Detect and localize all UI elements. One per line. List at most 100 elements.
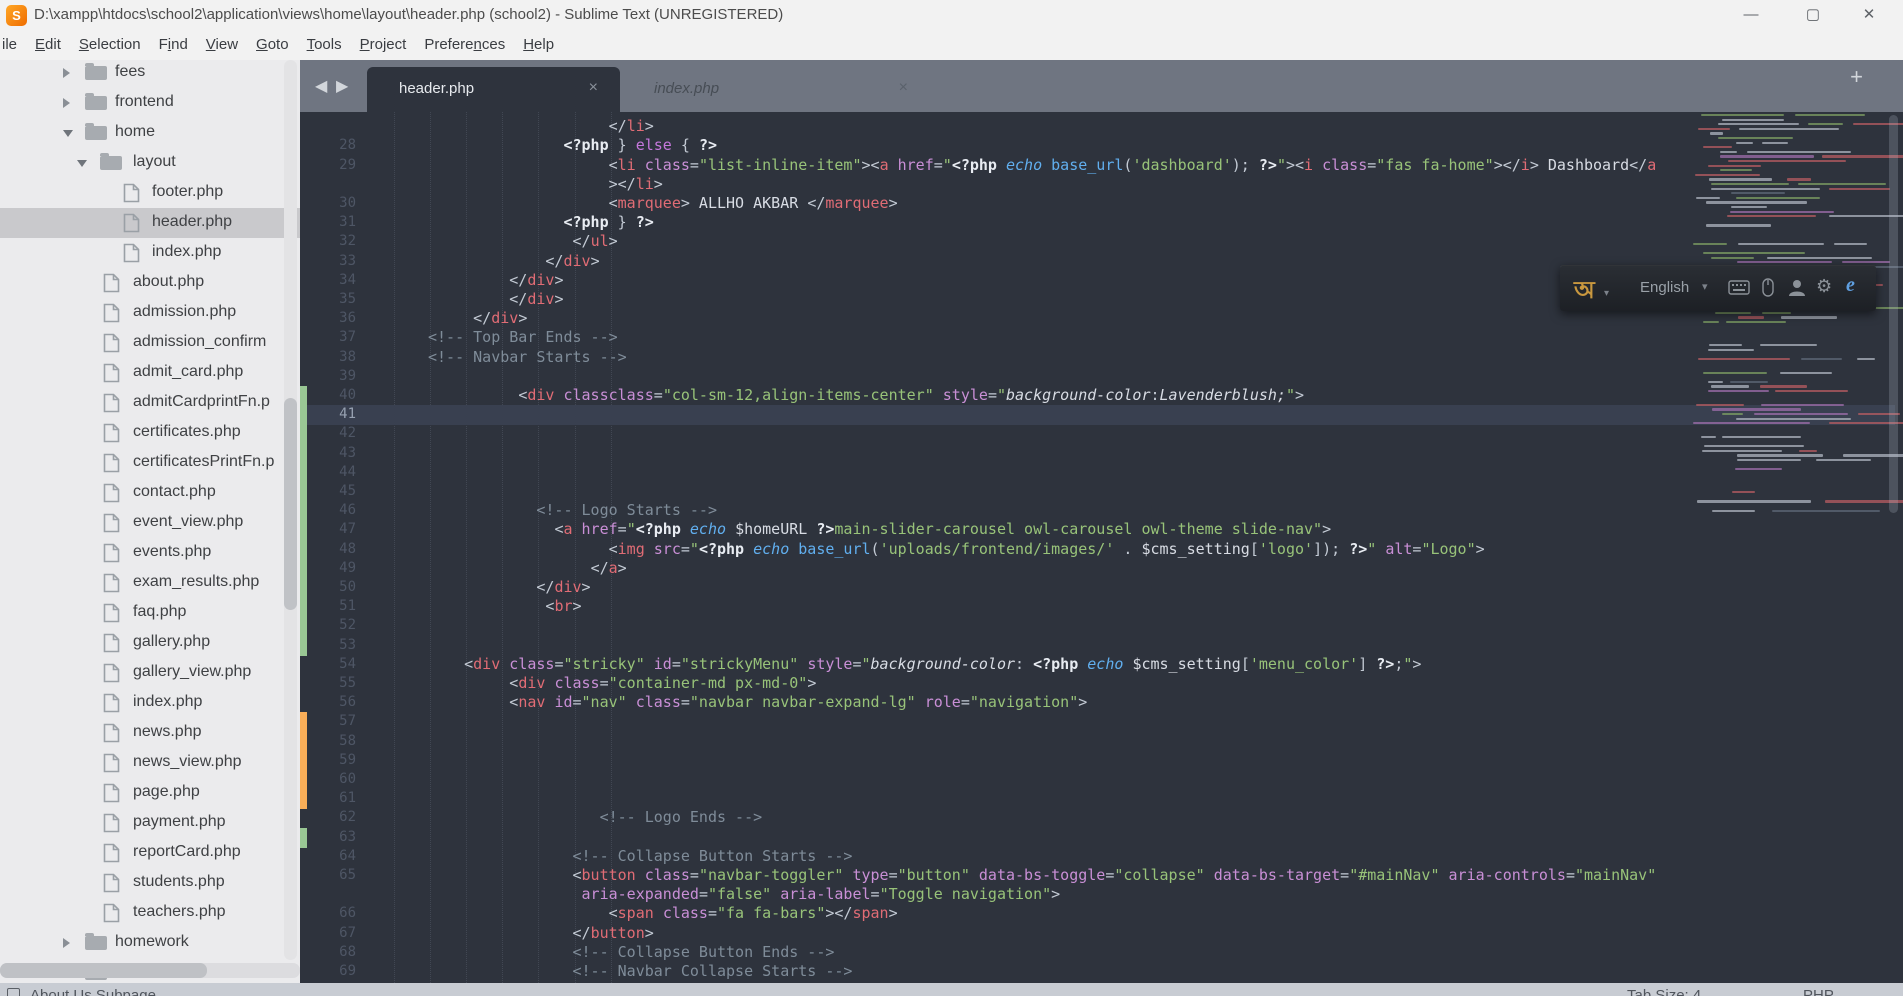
tab-close-icon[interactable]: × xyxy=(899,79,908,97)
keyboard-icon[interactable] xyxy=(1728,280,1750,301)
menu-item-goto[interactable]: Goto xyxy=(247,32,298,53)
avro-e-icon[interactable]: e xyxy=(1846,274,1855,297)
sidebar-item-event_view-php[interactable]: event_view.php xyxy=(0,508,300,538)
menu-item-edit[interactable]: Edit xyxy=(26,32,70,53)
code-line-text: </div> xyxy=(509,290,564,308)
sidebar-item-header-php[interactable]: header.php xyxy=(0,208,300,238)
minimap-line xyxy=(1707,164,1762,167)
sidebar-vscroll-thumb[interactable] xyxy=(284,398,297,610)
sidebar-item-about-php[interactable]: about.php xyxy=(0,268,300,298)
minimap-line xyxy=(1787,178,1812,181)
code-line-text: <a href="<?php echo $homeURL ?>main-slid… xyxy=(554,520,1332,539)
gear-icon[interactable]: ⚙ xyxy=(1816,276,1832,297)
sidebar-item-index-php[interactable]: index.php xyxy=(0,688,300,718)
file-icon xyxy=(103,903,120,928)
sidebar-hscroll-thumb[interactable] xyxy=(0,963,207,978)
menu-item-tools[interactable]: Tools xyxy=(298,32,351,53)
minimap-line xyxy=(1720,169,1753,172)
sidebar-item-index-php[interactable]: index.php xyxy=(0,238,300,268)
minimap-line xyxy=(1702,252,1806,255)
chevron-right-icon[interactable] xyxy=(63,938,70,948)
sidebar-item-teachers-php[interactable]: teachers.php xyxy=(0,898,300,928)
sidebar-item-news_view-php[interactable]: news_view.php xyxy=(0,748,300,778)
sidebar-item-label: fees xyxy=(115,63,146,80)
code-line: 42 xyxy=(300,424,1903,445)
sidebar-item-news-php[interactable]: news.php xyxy=(0,718,300,748)
mouse-icon[interactable] xyxy=(1762,278,1774,302)
sidebar-item-contact-php[interactable]: contact.php xyxy=(0,478,300,508)
language-dropdown-icon[interactable]: ▾ xyxy=(1702,280,1708,293)
sidebar-item-gallery_view-php[interactable]: gallery_view.php xyxy=(0,658,300,688)
sidebar-folder-home[interactable]: home xyxy=(0,118,300,148)
new-tab-button[interactable]: + xyxy=(1850,64,1863,90)
close-button[interactable]: ✕ xyxy=(1841,0,1897,32)
sidebar-folder-fees[interactable]: fees xyxy=(0,60,300,88)
minimize-button[interactable]: — xyxy=(1723,0,1779,32)
sidebar-folder-layout[interactable]: layout xyxy=(0,148,300,178)
menu-item-preferences[interactable]: Preferences xyxy=(415,32,514,53)
sidebar-item-reportCard-php[interactable]: reportCard.php xyxy=(0,838,300,868)
sidebar-item-events-php[interactable]: events.php xyxy=(0,538,300,568)
status-tab-size[interactable]: Tab Size: 4 xyxy=(1627,987,1701,996)
menu-item-selection[interactable]: Selection xyxy=(70,32,150,53)
tab-index-php[interactable]: index.php × xyxy=(622,67,930,112)
menu-item-find[interactable]: Find xyxy=(150,32,197,53)
sidebar-item-admitCardprintFn-p[interactable]: admitCardprintFn.p xyxy=(0,388,300,418)
menu-item-project[interactable]: Project xyxy=(351,32,416,53)
minimap-line xyxy=(1696,403,1744,406)
line-number: 67 xyxy=(339,924,356,941)
nav-forward-icon[interactable]: ▶ xyxy=(336,76,348,96)
minimap-line xyxy=(1702,371,1768,374)
sidebar-item-gallery-php[interactable]: gallery.php xyxy=(0,628,300,658)
sidebar-item-admit_card-php[interactable]: admit_card.php xyxy=(0,358,300,388)
code-line: 32 </ul> xyxy=(300,232,1903,252)
sidebar-folder-frontend[interactable]: frontend xyxy=(0,88,300,118)
editor-vscroll-thumb[interactable] xyxy=(1889,115,1898,513)
minimap-line xyxy=(1692,422,1810,425)
language-label[interactable]: English xyxy=(1640,279,1689,296)
file-icon xyxy=(103,753,120,778)
minimap[interactable] xyxy=(1688,114,1903,514)
minimap-line xyxy=(1760,385,1807,388)
file-tree-sidebar[interactable]: fees frontend home layout footer.php header.p… xyxy=(0,60,300,983)
user-icon[interactable] xyxy=(1788,278,1806,302)
menu-item-help[interactable]: Help xyxy=(514,32,563,53)
sidebar-item-certificates-php[interactable]: certificates.php xyxy=(0,418,300,448)
menu-item-ile[interactable]: ile xyxy=(0,32,26,53)
nav-back-icon[interactable]: ◀ xyxy=(315,76,327,96)
chevron-right-icon[interactable] xyxy=(63,68,70,78)
minimap-line xyxy=(1710,256,1754,259)
file-icon xyxy=(103,363,120,388)
chevron-down-icon[interactable] xyxy=(63,130,73,137)
sidebar-folder-homework[interactable]: homework xyxy=(0,928,300,958)
sidebar-item-payment-php[interactable]: payment.php xyxy=(0,808,300,838)
line-number: 38 xyxy=(339,348,356,365)
maximize-button[interactable]: ▢ xyxy=(1785,0,1841,32)
code-line: 68 <!-- Collapse Button Ends --> xyxy=(300,943,1903,963)
code-line-text: <button class="navbar-toggler" type="but… xyxy=(572,866,1657,884)
sidebar-item-exam_results-php[interactable]: exam_results.php xyxy=(0,568,300,598)
tab-header-php[interactable]: header.php × xyxy=(367,67,620,112)
chevron-right-icon[interactable] xyxy=(63,98,70,108)
code-line: 43 xyxy=(300,443,1903,464)
minimap-line xyxy=(1759,344,1817,347)
sidebar-item-admission_confirm[interactable]: admission_confirm xyxy=(0,328,300,358)
sidebar-item-admission-php[interactable]: admission.php xyxy=(0,298,300,328)
chevron-down-icon[interactable] xyxy=(77,160,87,167)
menu-item-view[interactable]: View xyxy=(197,32,247,53)
sidebar-item-certificatesPrintFn-p[interactable]: certificatesPrintFn.p xyxy=(0,448,300,478)
avro-bengali-letter[interactable]: অ xyxy=(1574,272,1595,312)
folder-icon xyxy=(85,933,107,950)
sidebar-item-footer-php[interactable]: footer.php xyxy=(0,178,300,208)
sidebar-item-page-php[interactable]: page.php xyxy=(0,778,300,808)
sidebar-item-faq-php[interactable]: faq.php xyxy=(0,598,300,628)
code-line-text: <marquee> ALLHO AKBAR </marquee> xyxy=(608,194,898,212)
code-line: 45 xyxy=(300,482,1903,502)
sidebar-item-students-php[interactable]: students.php xyxy=(0,868,300,898)
code-editor[interactable]: </li> 28 <?php } else { ?> 29 <li class="l… xyxy=(300,112,1903,983)
avro-dropdown-icon[interactable]: ▾ xyxy=(1604,288,1609,299)
avro-language-bar[interactable]: অ ▾ English ▾ ⚙ e xyxy=(1560,265,1876,311)
minimap-line xyxy=(1761,311,1791,314)
tab-close-icon[interactable]: × xyxy=(589,79,598,97)
status-syntax[interactable]: PHP xyxy=(1803,987,1834,996)
